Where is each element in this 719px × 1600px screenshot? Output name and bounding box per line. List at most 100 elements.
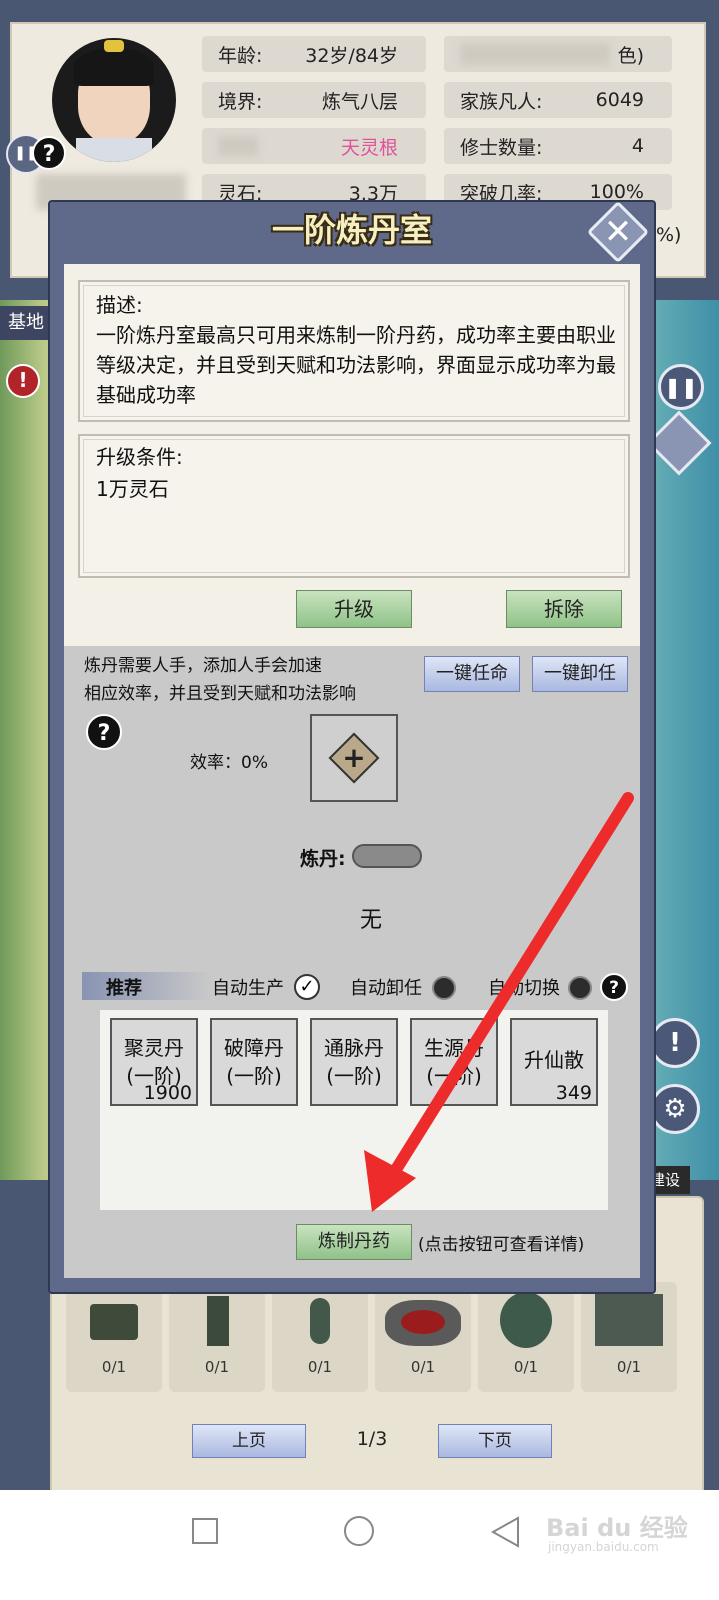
craft-pill-button[interactable]: 炼制丹药 xyxy=(296,1224,412,1260)
robe-collar xyxy=(76,138,152,162)
age-label: 年龄: xyxy=(218,44,263,67)
jade-disc-icon xyxy=(500,1292,552,1348)
upgrade-button[interactable]: 升级 xyxy=(296,590,412,628)
upgrade-condition-box: 升级条件: 1万灵石 xyxy=(78,434,630,578)
prev-page-button[interactable]: 上页 xyxy=(192,1424,306,1458)
staff-text-line: 炼丹需要人手，添加人手会加速 xyxy=(84,656,322,676)
refine-progress-bar xyxy=(352,844,422,868)
cultivator-stat: 修士数量: 4 xyxy=(444,128,672,164)
cultivator-label: 修士数量: xyxy=(460,136,543,159)
age-stat: 年龄: 32岁/84岁 xyxy=(202,36,426,72)
auto-dismiss-toggle[interactable] xyxy=(432,976,456,1000)
building-card[interactable]: 0/1 xyxy=(375,1282,471,1392)
base-tab[interactable]: 基地 xyxy=(0,306,52,340)
character-avatar[interactable] xyxy=(52,38,176,162)
mortal-value: 6049 xyxy=(595,89,644,111)
home-icon[interactable] xyxy=(344,1516,374,1546)
auto-switch-label: 自动切换 xyxy=(488,978,560,999)
help-icon[interactable]: ? xyxy=(32,136,66,170)
dialog-body: 描述: 一阶炼丹室最高只可用来炼制一阶丹药，成功率主要由职业等级决定，并且受到天… xyxy=(64,264,640,1278)
realm-label: 境界: xyxy=(218,90,263,113)
alert-icon[interactable]: ! xyxy=(650,1018,700,1068)
building-count: 0/1 xyxy=(513,1358,539,1376)
chest-icon xyxy=(90,1304,138,1340)
description-title: 描述: xyxy=(96,293,143,317)
recipe-count: 1900 xyxy=(143,1082,192,1104)
cultivator-value: 4 xyxy=(631,135,644,157)
recipe-tier: (一阶) xyxy=(326,1064,382,1088)
refine-value: 无 xyxy=(360,908,383,933)
mortal-stat: 家族凡人: 6049 xyxy=(444,82,672,118)
dialog-title: 一阶炼丹室 xyxy=(271,211,432,249)
building-card[interactable]: 0/1 xyxy=(66,1282,162,1392)
staff-description: 炼丹需要人手，添加人手会加速 相应效率，并且受到天赋和功法影响 xyxy=(84,652,356,708)
partial-value: 色) xyxy=(617,44,644,67)
spirit-root-stat: 天灵根 xyxy=(202,128,426,164)
recent-apps-icon[interactable] xyxy=(192,1518,218,1544)
building-card[interactable]: 0/1 xyxy=(272,1282,368,1392)
next-page-button[interactable]: 下页 xyxy=(438,1424,552,1458)
craft-hint: (点击按钮可查看详情) xyxy=(418,1235,585,1255)
vase-icon xyxy=(310,1298,330,1344)
recipe-name: 聚灵丹 xyxy=(124,1036,184,1060)
lantern-icon xyxy=(207,1296,229,1346)
redacted-stat: 色) xyxy=(444,36,672,72)
pause-icon[interactable]: ❚❚ xyxy=(658,364,704,410)
redacted-text xyxy=(460,43,610,65)
hair-shape xyxy=(74,48,154,86)
hair-ornament xyxy=(104,40,124,52)
building-card[interactable]: 0/1 xyxy=(478,1282,574,1392)
recipe-card[interactable]: 破障丹 (一阶) xyxy=(210,1018,298,1106)
warning-icon[interactable]: ! xyxy=(6,364,40,398)
avatar-controls: ❚❚ ? xyxy=(6,134,66,174)
spirit-root-value: 天灵根 xyxy=(340,136,398,159)
recipe-card[interactable]: 生源丹 (一阶) xyxy=(410,1018,498,1106)
recommend-banner: 推荐 xyxy=(82,972,212,1000)
recipe-card[interactable]: 聚灵丹 (一阶) 1900 xyxy=(110,1018,198,1106)
staffing-help-icon[interactable]: ? xyxy=(86,714,122,750)
auto-produce-label: 自动生产 xyxy=(212,978,284,999)
alchemy-room-dialog: 一阶炼丹室 ✕ 描述: 一阶炼丹室最高只可用来炼制一阶丹药，成功率主要由职业等级… xyxy=(48,200,656,1294)
watermark: Bai du 经验 xyxy=(546,1514,688,1542)
recipe-name: 生源丹 xyxy=(424,1036,484,1060)
blood-pool-icon xyxy=(385,1300,461,1346)
auto-help-icon[interactable]: ? xyxy=(600,973,628,1001)
upgrade-title: 升级条件: xyxy=(96,445,183,469)
recipe-tier: (一阶) xyxy=(226,1064,282,1088)
recipe-count: 349 xyxy=(555,1082,592,1104)
auto-produce-checkbox[interactable]: ✓ xyxy=(294,974,320,1000)
staff-text-line: 相应效率，并且受到天赋和功法影响 xyxy=(84,684,356,704)
building-count: 0/1 xyxy=(410,1358,436,1376)
upgrade-text: 1万灵石 xyxy=(96,477,169,501)
recipe-card[interactable]: 升仙散 349 xyxy=(510,1018,598,1106)
realm-stat: 境界: 炼气八层 xyxy=(202,82,426,118)
building-card[interactable]: 0/1 xyxy=(169,1282,265,1392)
recipe-name: 升仙散 xyxy=(524,1048,584,1072)
page-indicator: 1/3 xyxy=(356,1428,388,1450)
building-card[interactable]: 0/1 xyxy=(581,1282,677,1392)
demolish-button[interactable]: 拆除 xyxy=(506,590,622,628)
auto-dismiss-label: 自动卸任 xyxy=(350,978,422,999)
staffing-area: 炼丹需要人手，添加人手会加速 相应效率，并且受到天赋和功法影响 一键任命 一键卸… xyxy=(64,646,640,1278)
partial-value: %) xyxy=(656,224,682,246)
description-text: 一阶炼丹室最高只可用来炼制一阶丹药，成功率主要由职业等级决定，并且受到天赋和功法… xyxy=(96,323,616,407)
mortal-label: 家族凡人: xyxy=(460,90,543,113)
building-count: 0/1 xyxy=(616,1358,642,1376)
auto-switch-toggle[interactable] xyxy=(568,976,592,1000)
recipe-card[interactable]: 通脉丹 (一阶) xyxy=(310,1018,398,1106)
recipe-list: 聚灵丹 (一阶) 1900 破障丹 (一阶) 通脉丹 (一阶) 生源丹 (一阶) xyxy=(100,1010,608,1210)
dismiss-all-button[interactable]: 一键卸任 xyxy=(532,656,628,692)
settings-gear-icon[interactable]: ⚙ xyxy=(650,1084,700,1134)
recipe-tier: (一阶) xyxy=(426,1064,482,1088)
refine-label: 炼丹: xyxy=(300,848,346,870)
efficiency-label: 效率：0% xyxy=(190,753,268,773)
building-count: 0/1 xyxy=(101,1358,127,1376)
age-value: 32岁/84岁 xyxy=(305,44,398,67)
description-box: 描述: 一阶炼丹室最高只可用来炼制一阶丹药，成功率主要由职业等级决定，并且受到天… xyxy=(78,280,630,422)
redacted-label xyxy=(218,136,258,156)
back-icon[interactable] xyxy=(490,1516,520,1548)
recommend-label: 推荐 xyxy=(106,978,142,999)
close-x-icon: ✕ xyxy=(603,212,633,252)
assign-all-button[interactable]: 一键任命 xyxy=(424,656,520,692)
add-worker-slot[interactable]: + xyxy=(310,714,398,802)
